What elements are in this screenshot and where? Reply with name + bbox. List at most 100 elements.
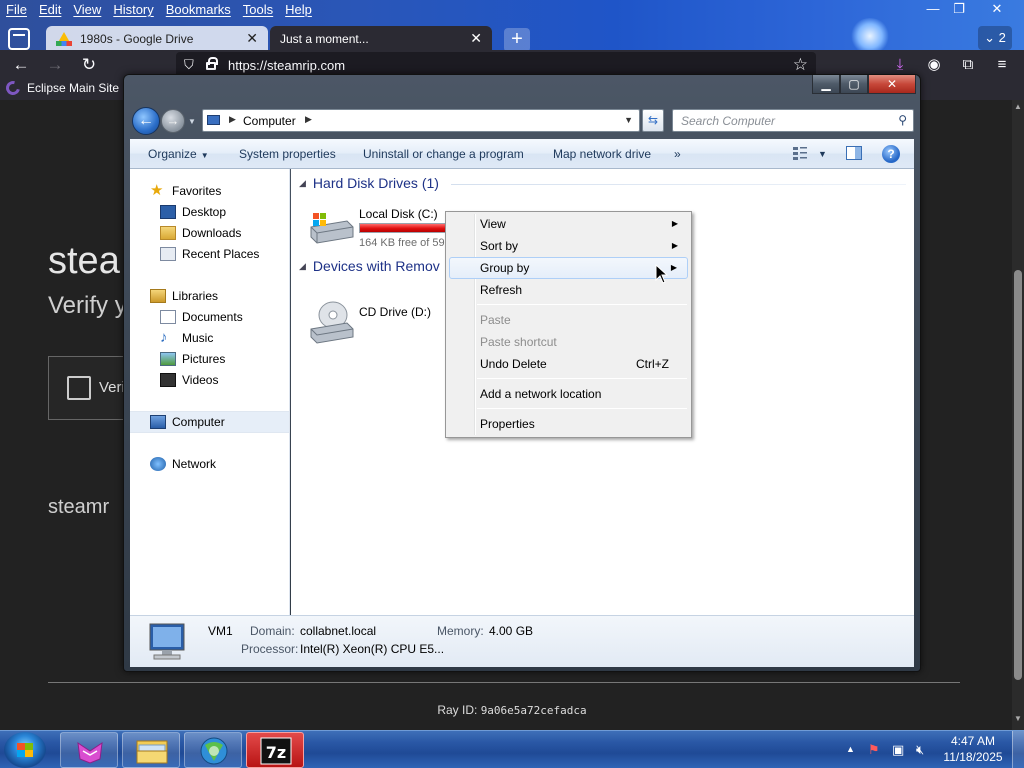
scrollbar-thumb[interactable] xyxy=(1014,270,1022,680)
back-icon[interactable]: ← xyxy=(10,54,32,76)
lock-icon[interactable] xyxy=(206,57,218,70)
map-network-drive-button[interactable]: Map network drive xyxy=(553,147,651,161)
menu-item-group-by[interactable]: Group by ▶ xyxy=(449,257,688,279)
network-tray-icon[interactable]: ▣ xyxy=(892,742,904,758)
nav-documents[interactable]: Documents xyxy=(130,306,289,328)
search-icon[interactable]: ⚲ xyxy=(898,113,907,127)
menu-item-sort-by[interactable]: Sort by ▶ xyxy=(449,235,688,257)
breadcrumb-computer[interactable]: Computer xyxy=(243,114,296,128)
globe-media-icon xyxy=(200,737,228,765)
nav-libraries[interactable]: Libraries xyxy=(130,285,289,307)
menu-edit[interactable]: Edit xyxy=(33,0,67,20)
address-dropdown-icon[interactable]: ▼ xyxy=(624,115,633,125)
collapse-triangle-icon[interactable]: ◢ xyxy=(299,261,306,272)
menu-view[interactable]: View xyxy=(67,0,107,20)
menu-file[interactable]: File xyxy=(0,0,33,20)
download-icon[interactable]: ⤓ xyxy=(890,55,910,75)
tab-list-icon[interactable] xyxy=(8,28,30,50)
system-properties-button[interactable]: System properties xyxy=(239,147,336,161)
nav-pictures[interactable]: Pictures xyxy=(130,348,289,370)
bookmark-eclipse[interactable]: Eclipse Main Site xyxy=(3,78,119,98)
tab-count-button[interactable]: ⌄ 2 xyxy=(978,26,1012,50)
menu-item-view[interactable]: View ▶ xyxy=(449,213,688,235)
close-tab-icon[interactable]: ✕ xyxy=(246,30,258,47)
address-bar[interactable]: ▶ Computer ▶ ▼ xyxy=(202,109,640,132)
nav-network[interactable]: Network xyxy=(130,453,289,475)
menu-help[interactable]: Help xyxy=(279,0,318,20)
forward-arrow-icon[interactable]: → xyxy=(161,109,185,133)
menu-item-undo-delete[interactable]: Undo Delete Ctrl+Z xyxy=(449,353,688,375)
menu-tools[interactable]: Tools xyxy=(237,0,279,20)
recent-pages-dropdown-icon[interactable]: ▼ xyxy=(188,117,196,126)
nav-desktop[interactable]: Desktop xyxy=(130,201,289,223)
bookmark-star-icon[interactable]: ☆ xyxy=(793,55,808,75)
breadcrumb-arrow-icon[interactable]: ▶ xyxy=(305,114,312,125)
tab-just-a-moment[interactable]: Just a moment... ✕ xyxy=(270,26,492,52)
reload-icon[interactable]: ↻ xyxy=(78,54,100,76)
preview-pane-icon[interactable] xyxy=(846,146,862,160)
menu-item-add-network-location[interactable]: Add a network location xyxy=(449,383,688,405)
volume-muted-icon[interactable]: 🔇︎ xyxy=(916,742,924,758)
change-view-icon[interactable] xyxy=(792,146,808,160)
refresh-icon[interactable]: ⇆ xyxy=(642,109,664,132)
start-button[interactable] xyxy=(4,732,46,768)
forward-icon[interactable]: → xyxy=(44,54,66,76)
explorer-maximize-button[interactable]: ▢ xyxy=(840,75,868,94)
menu-item-paste-shortcut[interactable]: Paste shortcut xyxy=(449,331,688,353)
scroll-up-icon[interactable]: ▲ xyxy=(1014,102,1022,111)
taskbar-app-firefox-dev[interactable] xyxy=(60,732,118,768)
tab-google-drive[interactable]: 1980s - Google Drive ✕ xyxy=(46,26,268,52)
hamburger-menu-icon[interactable]: ≡ xyxy=(992,55,1012,75)
menu-separator xyxy=(477,408,687,409)
computer-icon xyxy=(207,115,220,125)
group-removable-devices[interactable]: ◢ Devices with Remov xyxy=(299,258,440,274)
menu-item-properties[interactable]: Properties xyxy=(449,413,688,435)
action-center-flag-icon[interactable]: ⚑ xyxy=(868,742,880,758)
taskbar-app-explorer[interactable] xyxy=(122,732,180,768)
menu-item-paste[interactable]: Paste xyxy=(449,309,688,331)
organize-button[interactable]: Organize ▼ xyxy=(148,147,209,161)
processor-value: Intel(R) Xeon(R) CPU E5... xyxy=(300,642,445,656)
search-box[interactable]: Search Computer ⚲ xyxy=(672,109,914,132)
new-tab-button[interactable]: + xyxy=(504,28,530,52)
tray-expand-icon[interactable]: ▲ xyxy=(846,744,855,754)
restore-button[interactable]: ❐ xyxy=(942,0,976,18)
uninstall-program-button[interactable]: Uninstall or change a program xyxy=(363,147,524,161)
nav-label: Network xyxy=(172,457,217,471)
back-arrow-icon[interactable]: ← xyxy=(132,107,160,135)
close-tab-icon[interactable]: ✕ xyxy=(470,30,482,47)
more-commands-button[interactable]: » xyxy=(674,147,681,161)
nav-recent-places[interactable]: Recent Places xyxy=(130,243,289,265)
show-desktop-button[interactable] xyxy=(1012,731,1024,768)
menu-item-refresh[interactable]: Refresh xyxy=(449,279,688,301)
verify-checkbox[interactable] xyxy=(67,376,91,400)
taskbar-app-7zip[interactable]: 7z xyxy=(246,732,304,768)
menu-bookmarks[interactable]: Bookmarks xyxy=(160,0,237,20)
nav-downloads[interactable]: Downloads xyxy=(130,222,289,244)
context-menu: View ▶ Sort by ▶ Group by ▶ Refresh Paste P… xyxy=(445,211,692,438)
explorer-minimize-button[interactable]: ▁ xyxy=(812,75,840,94)
view-dropdown-icon[interactable]: ▼ xyxy=(818,149,827,159)
organize-label: Organize xyxy=(148,147,197,161)
group-hard-disk-drives[interactable]: ◢ Hard Disk Drives (1) xyxy=(299,175,439,191)
clock[interactable]: 4:47 AM 11/18/2025 xyxy=(940,733,1006,765)
group-label: Devices with Remov xyxy=(312,258,440,274)
close-button[interactable]: ✕ xyxy=(980,0,1014,18)
breadcrumb-arrow-icon[interactable]: ▶ xyxy=(229,114,236,125)
nav-videos[interactable]: Videos xyxy=(130,369,289,391)
extensions-icon[interactable]: ⧉ xyxy=(958,55,978,75)
nav-label: Downloads xyxy=(182,226,242,240)
tracking-protection-icon[interactable]: ⛉ xyxy=(184,57,194,73)
account-icon[interactable]: ◉ xyxy=(924,55,944,75)
mouse-cursor-icon xyxy=(655,264,669,284)
taskbar-app-media-player[interactable] xyxy=(184,732,242,768)
collapse-triangle-icon[interactable]: ◢ xyxy=(299,178,306,189)
nav-music[interactable]: ♪ Music xyxy=(130,327,289,349)
nav-computer[interactable]: Computer xyxy=(130,411,289,433)
explorer-close-button[interactable]: ✕ xyxy=(868,75,916,94)
scroll-down-icon[interactable]: ▼ xyxy=(1014,714,1022,723)
help-icon[interactable]: ? xyxy=(882,145,900,163)
menu-history[interactable]: History xyxy=(107,0,159,20)
url-text[interactable]: https://steamrip.com xyxy=(228,58,345,73)
nav-favorites[interactable]: ★ Favorites xyxy=(130,180,289,202)
